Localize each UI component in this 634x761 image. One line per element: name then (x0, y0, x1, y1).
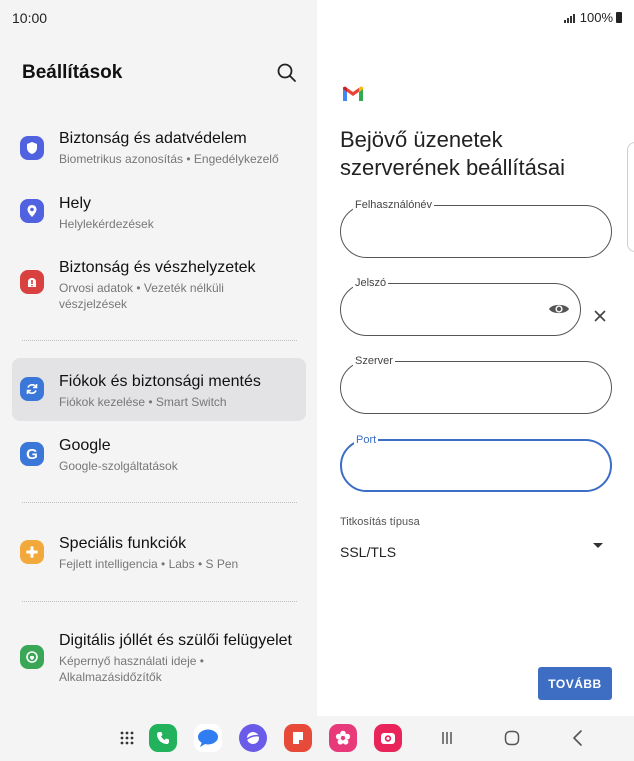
port-label: Port (354, 434, 379, 446)
settings-item-title: Biztonság és adatvédelem (59, 130, 247, 147)
battery-icon (616, 12, 622, 23)
search-icon[interactable] (275, 61, 299, 85)
settings-panel: 10:00 Beállítások Biztonság és adatvédel… (0, 0, 317, 761)
settings-item-subtitle: Képernyő használati ideje • Alkalmazásid… (59, 654, 204, 684)
divider (22, 601, 297, 602)
settings-item-google[interactable]: G Google Google-szolgáltatások (12, 432, 306, 478)
sync-icon (20, 377, 44, 401)
side-panel-handle[interactable] (627, 142, 634, 252)
next-button[interactable]: TOVÁBB (538, 667, 612, 700)
settings-item-accounts-backup[interactable]: Fiókok és biztonsági mentés Fiókok kezel… (12, 358, 306, 421)
settings-item-title: Google (59, 437, 111, 454)
home-icon[interactable] (498, 724, 526, 752)
app-drawer-icon[interactable] (113, 724, 141, 752)
settings-item-title: Digitális jóllét és szülői felügyelet (59, 632, 292, 649)
signal-icon (563, 13, 575, 23)
divider (22, 340, 297, 341)
messages-icon[interactable] (194, 724, 222, 752)
username-label: Felhasználónév (353, 199, 435, 211)
server-label: Szerver (353, 355, 395, 367)
port-field[interactable]: Port (340, 434, 612, 492)
settings-item-subtitle: Orvosi adatok • Vezeték nélküli vészjelz… (59, 281, 224, 311)
server-field[interactable]: Szerver (340, 355, 612, 414)
taskbar (0, 716, 634, 761)
divider (22, 502, 297, 503)
settings-item-digital-wellbeing[interactable]: Digitális jóllét és szülői felügyelet Ké… (12, 627, 306, 689)
settings-item-title: Speciális funkciók (59, 535, 187, 552)
shield-icon (20, 136, 44, 160)
settings-item-subtitle: Fejlett intelligencia • Labs • S Pen (59, 557, 239, 571)
settings-item-advanced-features[interactable]: Speciális funkciók Fejlett intelligencia… (12, 530, 306, 576)
blossom-icon[interactable] (329, 724, 357, 752)
emergency-alert-icon (20, 270, 44, 294)
dropdown-arrow-icon[interactable] (593, 543, 603, 548)
show-password-eye-icon[interactable] (548, 298, 570, 325)
wellbeing-icon (20, 645, 44, 669)
settings-item-safety-emergency[interactable]: Biztonság és vészhelyzetek Orvosi adatok… (12, 254, 306, 316)
encryption-select[interactable]: SSL/TLS (340, 544, 396, 560)
settings-item-security-privacy[interactable]: Biztonság és adatvédelem Biometrikus azo… (12, 125, 306, 175)
internet-icon[interactable] (239, 724, 267, 752)
puzzle-icon (20, 540, 44, 564)
settings-item-title: Biztonság és vészhelyzetek (59, 259, 256, 276)
notes-icon[interactable] (284, 724, 312, 752)
settings-item-title: Hely (59, 195, 92, 212)
settings-item-title: Fiókok és biztonsági mentés (59, 373, 261, 390)
gmail-logo-icon (342, 86, 364, 107)
location-pin-icon (20, 199, 44, 223)
recents-icon[interactable] (433, 724, 461, 752)
clear-password-close-icon[interactable] (592, 308, 608, 329)
phone-icon[interactable] (149, 724, 177, 752)
form-title: Bejövő üzenetek szerverének beállításai (340, 127, 566, 180)
settings-item-subtitle: Fiókok kezelése • Smart Switch (59, 395, 227, 409)
encryption-label: Titkosítás típusa (340, 516, 420, 528)
username-field[interactable]: Felhasználónév (340, 199, 612, 258)
settings-item-subtitle: Google-szolgáltatások (59, 459, 178, 473)
status-indicators: 100% (563, 10, 622, 25)
battery-level: 100% (579, 10, 613, 25)
settings-title: Beállítások (22, 62, 123, 83)
status-time: 10:00 (12, 10, 48, 26)
settings-item-location[interactable]: Hely Helylekérdezések (12, 190, 306, 236)
password-label: Jelszó (353, 277, 389, 289)
camera-icon[interactable] (374, 724, 402, 752)
settings-item-subtitle: Biometrikus azonosítás • Engedélykezelő (59, 152, 279, 166)
settings-item-subtitle: Helylekérdezések (59, 217, 154, 231)
password-field[interactable]: Jelszó (340, 277, 581, 336)
back-icon[interactable] (564, 724, 592, 752)
google-icon: G (20, 442, 44, 466)
